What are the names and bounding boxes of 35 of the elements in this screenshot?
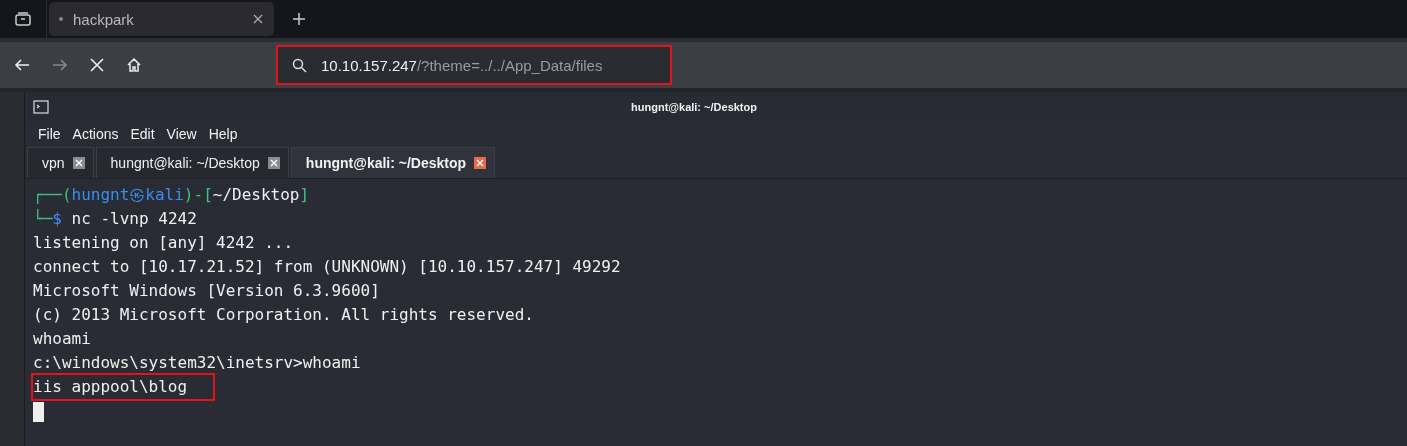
terminal-tab[interactable]: hungnt@kali: ~/Desktop (95, 147, 289, 178)
output-line: whoami (33, 328, 91, 350)
home-icon[interactable] (126, 57, 142, 73)
url-path: /?theme=../../App_Data/files (416, 56, 603, 74)
url-host: 10.10.157.247 (321, 56, 417, 74)
address-bar[interactable]: 10.10.157.247/?theme=../../App_Data/files (278, 47, 670, 83)
close-icon[interactable] (267, 157, 280, 169)
prompt-line: ┌──(hungnt㉿kali)-[~/Desktop] (33, 184, 311, 206)
window-title: hungnt@kali: ~/Desktop (630, 101, 758, 113)
browser-tab[interactable]: hackpark (49, 2, 274, 36)
cursor (33, 401, 44, 422)
search-icon (292, 57, 307, 73)
command-line: └─$ nc -lvnp 4242 (33, 208, 198, 230)
menu-item[interactable]: Help (208, 126, 238, 142)
output-line: listening on [any] 4242 ... (33, 232, 294, 254)
stop-icon[interactable] (90, 58, 104, 72)
new-tab-icon[interactable] (292, 12, 306, 26)
output-line: c:\windows\system32\inetsrv>whoami (33, 352, 361, 374)
terminal-tab[interactable]: vpn (27, 147, 94, 178)
output-line: iis apppool\blog (33, 375, 214, 399)
menu-item[interactable]: File (38, 126, 61, 142)
output-line: connect to [10.17.21.52] from (UNKNOWN) [10.10.157.247] 49292 (33, 256, 621, 278)
close-icon[interactable] (72, 157, 85, 169)
close-icon[interactable] (474, 157, 487, 169)
forward-icon[interactable] (52, 58, 68, 72)
close-icon[interactable] (252, 13, 264, 25)
menu-item[interactable]: View (166, 126, 197, 142)
output-line: (c) 2013 Microsoft Corporation. All rights reserved. (33, 304, 534, 326)
output-line: Microsoft Windows [Version 6.3.9600] (33, 280, 380, 302)
menu-item[interactable]: Edit (130, 126, 155, 142)
tab-list-icon[interactable] (15, 12, 31, 26)
back-icon[interactable] (14, 58, 30, 72)
menu-item[interactable]: Actions (72, 126, 119, 142)
terminal-tab[interactable]: hungnt@kali: ~/Desktop (290, 147, 496, 178)
terminal-icon (33, 100, 49, 114)
